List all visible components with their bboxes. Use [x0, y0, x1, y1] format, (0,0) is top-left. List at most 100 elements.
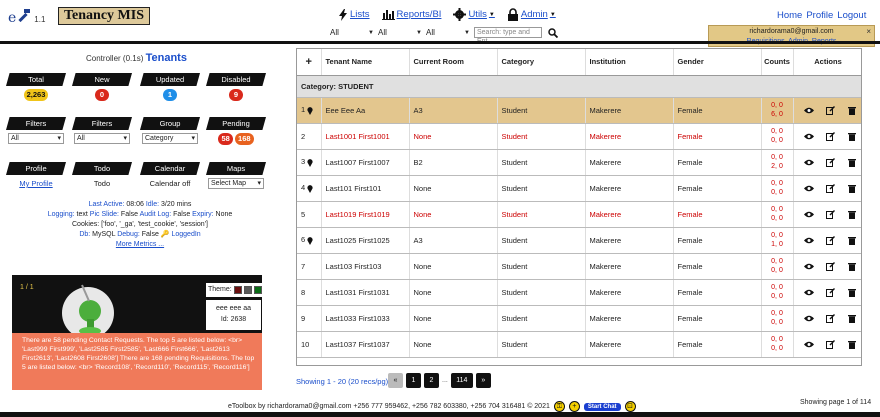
my-profile-link[interactable]: My Profile: [6, 179, 66, 188]
tenant-name-cell[interactable]: Last1037 First1037: [321, 331, 410, 358]
pending-contacts-badge[interactable]: 58: [218, 133, 233, 145]
edit-icon[interactable]: [826, 339, 836, 349]
next-page-button[interactable]: »: [475, 373, 491, 388]
pic-slide-label[interactable]: Pic Slide:: [90, 211, 119, 218]
page-1-button[interactable]: 1: [406, 373, 421, 388]
table-row[interactable]: 1 Eee Eee Aa A3 Student Makerere Female 0, 0 6,…: [297, 97, 861, 124]
pending-requisitions-badge[interactable]: 168: [235, 133, 254, 145]
col-institution[interactable]: Institution: [585, 49, 674, 76]
trash-icon[interactable]: [848, 158, 857, 167]
app-logo[interactable]: e 1.1: [8, 8, 45, 26]
theme-swatch-green[interactable]: [253, 286, 262, 294]
nav-utils[interactable]: Utils ▼: [453, 8, 495, 21]
tenant-name-cell[interactable]: Last1031 First1031: [321, 279, 410, 306]
table-row[interactable]: 8 Last1031 First1031 None Student Makerere Fe…: [297, 279, 861, 306]
edit-icon[interactable]: [826, 261, 836, 271]
prev-page-button[interactable]: «: [388, 373, 403, 388]
table-row[interactable]: 10 Last1037 First1037 None Student Makerere F…: [297, 331, 861, 358]
trash-icon[interactable]: [848, 106, 857, 115]
expiry-label[interactable]: Expiry:: [192, 211, 213, 218]
more-metrics-link[interactable]: More Metrics ...: [20, 240, 260, 250]
add-button[interactable]: +: [568, 401, 580, 412]
stat-total[interactable]: Total 2,263: [6, 73, 66, 101]
edit-icon[interactable]: [826, 235, 836, 245]
tenant-name-cell[interactable]: Last103 First103: [321, 253, 410, 280]
edit-icon[interactable]: [826, 209, 836, 219]
table-row[interactable]: 3 Last1007 First1007 B2 Student Makerere Fema…: [297, 149, 861, 176]
table-row[interactable]: 6 Last1025 First1025 A3 Student Makerere Fema…: [297, 227, 861, 254]
theme-swatch-maroon[interactable]: [233, 286, 242, 294]
logging-label[interactable]: Logging:: [48, 211, 75, 218]
home-link[interactable]: Home: [777, 10, 802, 21]
brand-title[interactable]: Tenancy MIS: [58, 7, 150, 25]
audit-log-label[interactable]: Audit Log:: [140, 211, 172, 218]
tenant-name-cell[interactable]: Last1001 First1001: [321, 123, 410, 150]
trash-icon[interactable]: [848, 340, 857, 349]
last-page-button[interactable]: 114: [450, 373, 473, 388]
filter-select-3[interactable]: All ▼: [426, 27, 470, 38]
edit-icon[interactable]: [826, 131, 836, 141]
col-tenant-name[interactable]: Tenant Name: [321, 49, 410, 76]
filters-1-select[interactable]: All ▾: [8, 133, 64, 144]
nav-lists[interactable]: Lists: [338, 8, 370, 21]
view-icon[interactable]: [803, 289, 814, 296]
trash-icon[interactable]: [848, 288, 857, 297]
stat-disabled[interactable]: Disabled 9: [206, 73, 266, 101]
tenant-name-cell[interactable]: Last101 First101: [321, 175, 410, 202]
start-chat-button[interactable]: Start Chat: [583, 402, 621, 411]
stat-new[interactable]: New 0: [72, 73, 132, 101]
table-row[interactable]: 4 Last101 First101 None Student Makerere Fema…: [297, 175, 861, 202]
group-select[interactable]: Category ▾: [142, 133, 198, 144]
table-row[interactable]: 2 Last1001 First1001 None Student Makerere Fe…: [297, 123, 861, 150]
edit-icon[interactable]: [826, 157, 836, 167]
pending-tile[interactable]: Pending 58 168: [206, 117, 266, 145]
trash-icon[interactable]: [848, 314, 857, 323]
view-icon[interactable]: [803, 133, 814, 140]
view-icon[interactable]: [803, 107, 814, 114]
table-row[interactable]: 5 Last1019 First1019 None Student Makerere Fe…: [297, 201, 861, 228]
close-icon[interactable]: ×: [866, 27, 871, 37]
edit-icon[interactable]: [826, 287, 836, 297]
tenant-name-cell[interactable]: Last1025 First1025: [321, 227, 410, 254]
view-icon[interactable]: [803, 185, 814, 192]
view-icon[interactable]: [803, 263, 814, 270]
view-icon[interactable]: [803, 237, 814, 244]
page-2-button[interactable]: 2: [424, 373, 439, 388]
trash-icon[interactable]: [848, 236, 857, 245]
map-select[interactable]: Select Map ▾: [208, 178, 264, 189]
edit-icon[interactable]: [826, 183, 836, 193]
db-label[interactable]: Db:: [79, 231, 90, 238]
trash-icon[interactable]: [848, 262, 857, 271]
tenant-name-cell[interactable]: Last1019 First1019: [321, 201, 410, 228]
key-button[interactable]: ⚿: [553, 401, 565, 412]
lock-button[interactable]: ⊡: [624, 401, 636, 412]
trash-icon[interactable]: [848, 210, 857, 219]
user-card[interactable]: eee eee aa Id: 2638: [206, 300, 261, 330]
profile-link[interactable]: Profile: [806, 10, 833, 21]
calendar-text[interactable]: Calendar off: [140, 179, 200, 188]
view-icon[interactable]: [803, 341, 814, 348]
edit-icon[interactable]: [826, 105, 836, 115]
logout-link[interactable]: Logout: [837, 10, 866, 21]
edit-icon[interactable]: [826, 313, 836, 323]
todo-text[interactable]: Todo: [72, 179, 132, 188]
logged-in-link[interactable]: LoggedIn: [171, 231, 200, 238]
filter-select-1[interactable]: All ▼: [330, 27, 374, 38]
col-gender[interactable]: Gender: [673, 49, 762, 76]
trash-icon[interactable]: [848, 132, 857, 141]
col-category[interactable]: Category: [497, 49, 586, 76]
view-icon[interactable]: [803, 159, 814, 166]
filters-2-select[interactable]: All ▾: [74, 133, 130, 144]
filter-select-2[interactable]: All ▼: [378, 27, 422, 38]
view-icon[interactable]: [803, 211, 814, 218]
debug-label[interactable]: Debug:: [117, 231, 140, 238]
tenant-name-cell[interactable]: Eee Eee Aa: [321, 97, 410, 124]
theme-swatch-gray[interactable]: [243, 286, 252, 294]
view-icon[interactable]: [803, 315, 814, 322]
add-row-button[interactable]: +: [297, 49, 322, 76]
nav-admin[interactable]: Admin ▼: [507, 8, 556, 21]
col-current-room[interactable]: Current Room: [409, 49, 498, 76]
search-input[interactable]: Search: type and Ent: [474, 27, 542, 45]
table-row[interactable]: 7 Last103 First103 None Student Makerere Fema…: [297, 253, 861, 280]
tenant-name-cell[interactable]: Last1007 First1007: [321, 149, 410, 176]
